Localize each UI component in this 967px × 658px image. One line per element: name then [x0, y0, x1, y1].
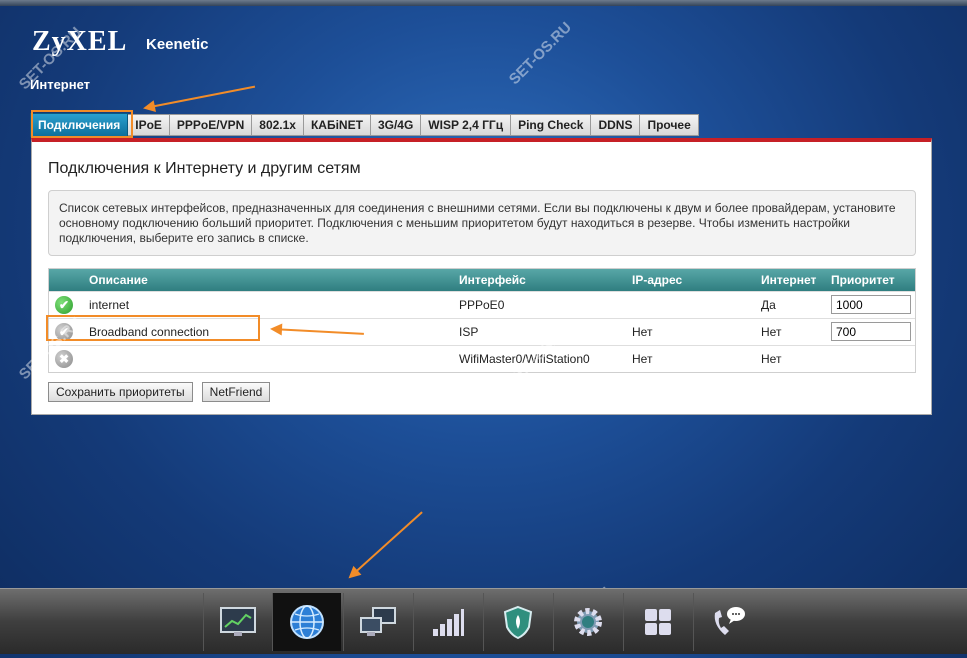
priority-input[interactable] — [831, 322, 911, 341]
header-priority: Приоритет — [831, 273, 895, 287]
taskbar-telephony[interactable] — [693, 593, 762, 651]
signal-bars-icon — [433, 609, 464, 636]
button-bar: Сохранить приоритеты NetFriend — [48, 382, 271, 402]
model-name: Keenetic — [146, 36, 209, 53]
tab-kabinet[interactable]: КАБiNET — [303, 114, 371, 136]
connections-panel: Подключения к Интернету и другим сетям С… — [31, 138, 932, 415]
annotation-arrow — [144, 85, 256, 109]
row-internet: Нет — [761, 352, 782, 366]
row-interface: ISP — [459, 325, 479, 339]
taskbar-apps[interactable] — [623, 593, 692, 651]
tab-wisp[interactable]: WISP 2,4 ГГц — [421, 114, 512, 136]
row-internet: Нет — [761, 325, 782, 339]
tab-other[interactable]: Прочее — [640, 114, 699, 136]
monitor-chart-icon — [220, 607, 256, 636]
table-row[interactable]: ✔ internet PPPoE0 Да — [49, 291, 915, 318]
taskbar-wifi[interactable] — [413, 593, 482, 651]
taskbar-status[interactable] — [203, 593, 272, 651]
panel-title: Подключения к Интернету и другим сетям — [48, 160, 361, 177]
shield-icon — [503, 605, 533, 639]
row-description: internet — [89, 298, 130, 312]
watermark: SET-OS.RU — [505, 18, 576, 89]
info-box: Список сетевых интерфейсов, предназначен… — [48, 190, 916, 256]
tab-ipoe[interactable]: IPoE — [128, 114, 170, 136]
taskbar-internet[interactable] — [272, 593, 341, 651]
top-border — [0, 0, 967, 6]
gear-icon — [574, 608, 602, 636]
tab-pppoe-vpn[interactable]: PPPoE/VPN — [169, 114, 253, 136]
annotation-arrow — [349, 511, 423, 578]
priority-input[interactable] — [831, 295, 911, 314]
network-computers-icon — [360, 607, 396, 636]
table-header: Описание Интерфейс IP-адрес Интернет При… — [49, 269, 915, 291]
taskbar — [0, 588, 967, 654]
status-ok-icon: ✔ — [55, 296, 73, 314]
apps-grid-icon — [645, 609, 671, 635]
row-interface: PPPoE0 — [459, 298, 505, 312]
row-ip: Нет — [632, 325, 653, 339]
header-interface: Интерфейс — [459, 273, 526, 287]
tab-3g4g[interactable]: 3G/4G — [370, 114, 422, 136]
header-ip: IP-адрес — [632, 273, 683, 287]
tab-8021x[interactable]: 802.1x — [252, 114, 304, 136]
tab-ping-check[interactable]: Ping Check — [511, 114, 592, 136]
taskbar-home-network[interactable] — [343, 593, 412, 651]
phone-chat-icon — [714, 607, 745, 635]
row-ip: Нет — [632, 352, 653, 366]
tab-ddns[interactable]: DDNS — [591, 114, 641, 136]
taskbar-system[interactable] — [553, 593, 622, 651]
globe-icon — [290, 605, 324, 639]
save-priorities-button[interactable]: Сохранить приоритеты — [48, 382, 193, 402]
row-internet: Да — [761, 298, 776, 312]
header-internet: Интернет — [761, 273, 817, 287]
netfriend-button[interactable]: NetFriend — [201, 382, 271, 402]
header-description: Описание — [89, 273, 148, 287]
taskbar-security[interactable] — [483, 593, 552, 651]
table-row[interactable]: ✖ WifiMaster0/WifiStation0 Нет Нет — [49, 345, 915, 372]
highlight-connections-tab — [31, 110, 133, 138]
